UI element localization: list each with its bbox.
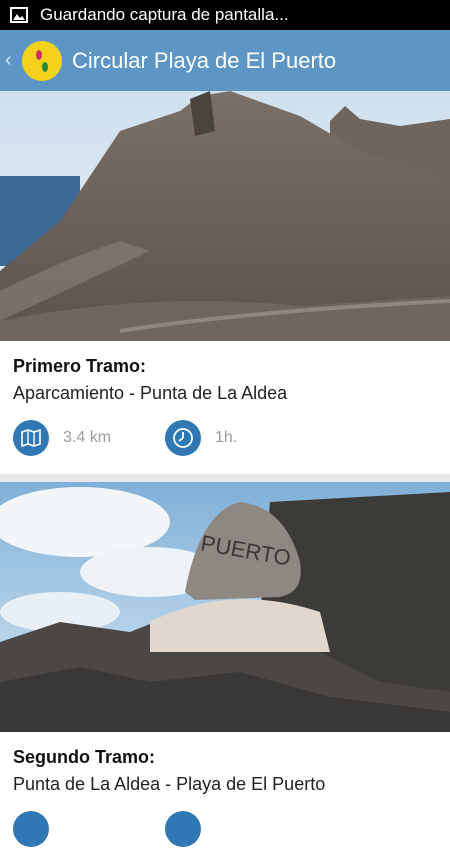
meta-row: 3.4 km 1h. [13, 416, 437, 460]
section-title: Primero Tramo: [13, 356, 147, 376]
image-icon [10, 7, 28, 23]
section-card[interactable]: PUERTO Segundo Tramo: Punta de La Aldea … [0, 482, 450, 851]
back-chevron-icon[interactable]: ‹ [0, 49, 18, 72]
sections-list: Primero Tramo: Aparcamiento - Punta de L… [0, 91, 450, 851]
section-card[interactable]: Primero Tramo: Aparcamiento - Punta de L… [0, 91, 450, 474]
app-logo[interactable] [22, 40, 62, 81]
mountain-photo [0, 91, 450, 341]
distance-value: 3.4 km [63, 429, 112, 446]
section-route: Aparcamiento - Punta de La Aldea [13, 383, 288, 403]
map-icon [13, 420, 49, 456]
clock-icon [165, 420, 201, 456]
section-route: Punta de La Aldea - Playa de El Puerto [13, 774, 326, 794]
stone-photo: PUERTO [0, 482, 450, 732]
meta-row [13, 807, 437, 851]
section-title: Segundo Tramo: [13, 747, 156, 767]
distance-info: 3.4 km [13, 420, 165, 456]
status-bar: Guardando captura de pantalla... [0, 0, 450, 30]
clock-icon [165, 811, 201, 847]
divider [0, 474, 450, 482]
duration-info: 1h. [165, 420, 317, 456]
distance-info [13, 811, 165, 847]
duration-info [165, 811, 317, 847]
notification-text: Guardando captura de pantalla... [40, 5, 289, 24]
footprint-icon [36, 49, 48, 72]
map-icon [13, 811, 49, 847]
duration-value: 1h. [215, 429, 238, 446]
app-bar: ‹ Circular Playa de El Puerto [0, 30, 450, 91]
page-title: Circular Playa de El Puerto [72, 47, 337, 73]
